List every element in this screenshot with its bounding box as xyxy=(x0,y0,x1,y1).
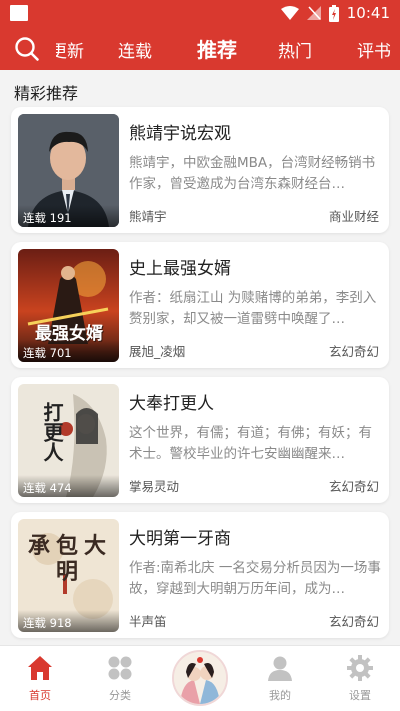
nav-label: 我的 xyxy=(269,689,291,702)
status-bar: 10:41 xyxy=(0,0,400,26)
book-cover: 承包大明 连载 918 xyxy=(18,519,119,632)
book-genre: 玄幻奇幻 xyxy=(328,344,379,359)
user-icon xyxy=(268,656,292,681)
notification-icon xyxy=(10,5,28,21)
book-author: 熊靖宇 xyxy=(129,209,167,224)
book-author: 掌易灵动 xyxy=(129,479,180,494)
book-title: 史上最强女婿 xyxy=(129,259,231,279)
book-author: 半声笛 xyxy=(129,614,167,629)
tab-hot[interactable]: 热门 xyxy=(278,37,312,62)
status-time: 10:41 xyxy=(346,4,390,22)
nav-label: 分类 xyxy=(109,689,131,702)
book-author: 展旭_凌烟 xyxy=(129,344,186,359)
book-card[interactable]: 承包大明 连载 918 大明第一牙商 作者:南希北庆 一名交易分析员因为一场事故… xyxy=(11,512,389,638)
grid-icon xyxy=(108,656,132,680)
category-tabs: 更新 连载 推荐 热门 评书 xyxy=(0,26,400,70)
nav-settings[interactable]: 设置 xyxy=(330,654,390,703)
tab-recommend[interactable]: 推荐 xyxy=(197,34,237,63)
book-description: 熊靖宇，中欧金融MBA，台湾财经畅销书作家，曾受邀成为台湾东森财经台… xyxy=(129,155,376,192)
tab-storytelling[interactable]: 评书 xyxy=(357,37,391,62)
nav-label: 设置 xyxy=(349,689,371,702)
nav-profile[interactable]: 我的 xyxy=(250,654,310,703)
serial-badge: 连载 474 xyxy=(18,475,119,497)
serial-badge: 连载 191 xyxy=(18,205,119,227)
serial-badge: 连载 918 xyxy=(18,610,119,632)
book-genre: 玄幻奇幻 xyxy=(328,479,379,494)
top-nav: 更新 连载 推荐 热门 评书 xyxy=(0,26,400,70)
serial-badge: 连载 701 xyxy=(18,340,119,362)
tab-update[interactable]: 更新 xyxy=(56,37,84,62)
nav-home[interactable]: 首页 xyxy=(10,654,70,703)
book-description: 这个世界，有儒；有道；有佛；有妖；有术士。警校毕业的许七安幽幽醒来… xyxy=(129,425,372,462)
book-genre: 玄幻奇幻 xyxy=(328,614,379,629)
search-icon[interactable] xyxy=(14,36,40,62)
book-title: 大明第一牙商 xyxy=(129,529,231,549)
avatar-illustration xyxy=(174,652,226,704)
nav-label: 首页 xyxy=(29,689,51,702)
book-description: 作者:南希北庆 一名交易分析员因为一场事故，穿越到大明朝万历年间，成为… xyxy=(129,560,381,597)
home-icon xyxy=(28,656,52,680)
nav-category[interactable]: 分类 xyxy=(90,654,150,703)
gear-icon xyxy=(347,655,373,681)
book-genre: 商业财经 xyxy=(328,209,379,224)
cover-title: 打更人 xyxy=(40,402,64,462)
book-cover: 打更人 连载 474 xyxy=(18,384,119,497)
book-cover: 连载 191 xyxy=(18,114,119,227)
book-card[interactable]: 最强女婿 连载 701 史上最强女婿 作者：纸扇江山 为赎赌博的弟弟，李刭入赘别… xyxy=(11,242,389,368)
book-card[interactable]: 连载 191 熊靖宇说宏观 熊靖宇，中欧金融MBA，台湾财经畅销书作家，曾受邀成… xyxy=(11,107,389,233)
no-signal-icon xyxy=(306,6,321,20)
cover-title: 承包大明 xyxy=(28,533,113,585)
status-icons: 10:41 xyxy=(280,4,390,22)
battery-icon xyxy=(328,4,339,22)
book-title: 大奉打更人 xyxy=(129,394,214,414)
book-card[interactable]: 打更人 连载 474 大奉打更人 这个世界，有儒；有道；有佛；有妖；有术士。警校… xyxy=(11,377,389,503)
book-cover: 最强女婿 连载 701 xyxy=(18,249,119,362)
center-avatar-button[interactable] xyxy=(172,650,228,706)
wifi-icon xyxy=(280,6,299,20)
section-title: 精彩推荐 xyxy=(14,84,79,103)
tab-serial[interactable]: 连载 xyxy=(118,37,152,62)
book-description: 作者：纸扇江山 为赎赌博的弟弟，李刭入赘别家，却又被一道雷劈中唤醒了… xyxy=(129,290,377,327)
book-title: 熊靖宇说宏观 xyxy=(129,124,231,144)
